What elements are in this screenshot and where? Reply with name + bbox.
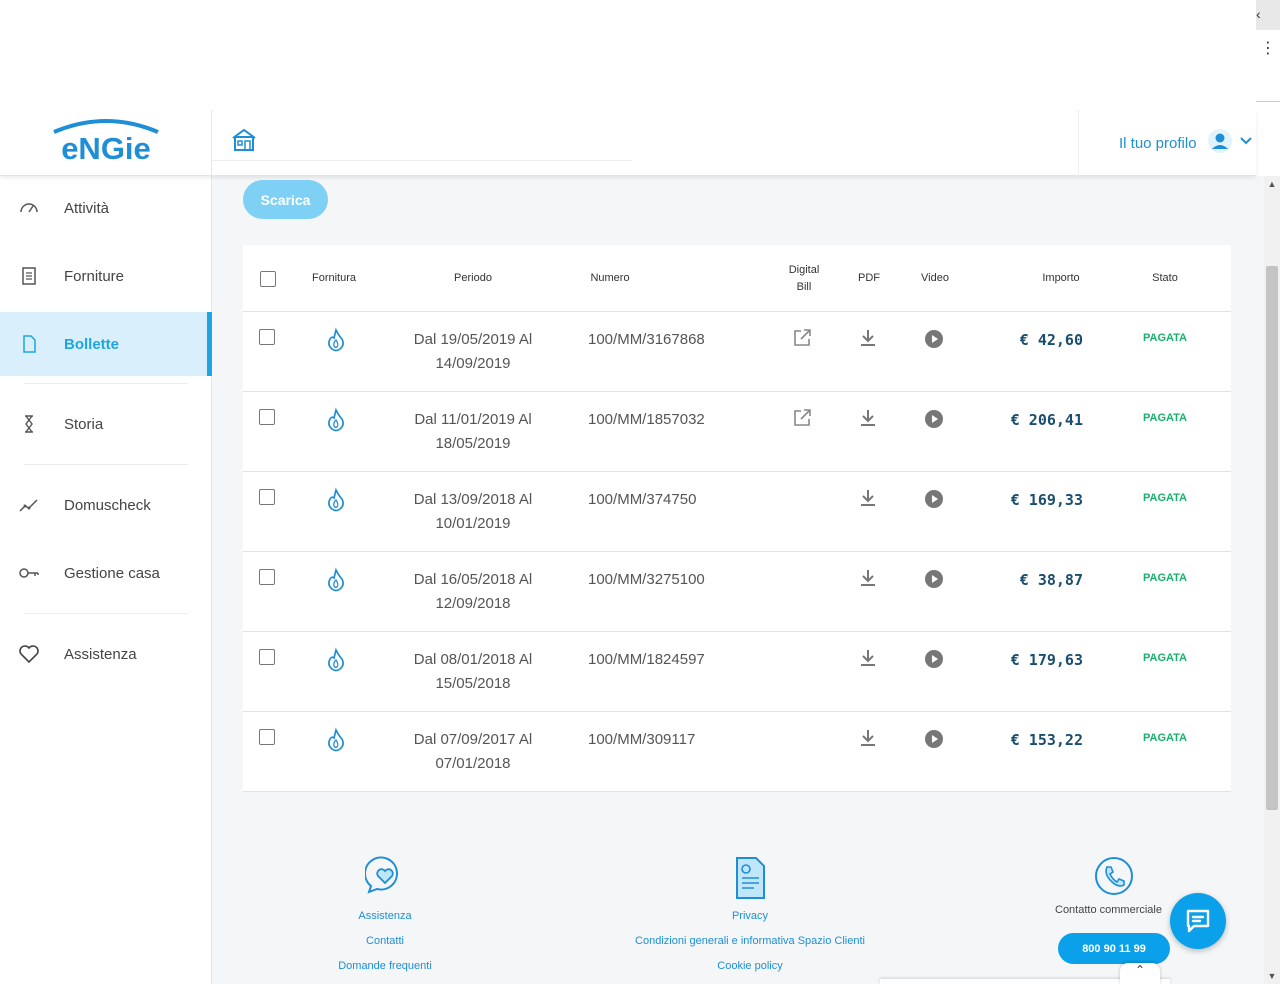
table-row: Dal 11/01/2019 Al 18/05/2019 100/MM/185703… bbox=[243, 392, 1231, 472]
heart-chat-icon bbox=[318, 856, 452, 896]
period-end: 12/09/2018 bbox=[435, 595, 511, 612]
footer-assistance: Assistenza Contatti Domande frequenti bbox=[318, 856, 452, 972]
footer-link-domande-frequenti[interactable]: Domande frequenti bbox=[318, 960, 452, 972]
file-icon bbox=[18, 333, 40, 355]
phone-number-button[interactable]: 800 90 11 99 bbox=[1058, 933, 1170, 964]
sidebar-item-storia[interactable]: Storia bbox=[0, 392, 212, 456]
sidebar-divider bbox=[24, 613, 188, 614]
sidebar-item-forniture[interactable]: Forniture bbox=[0, 244, 212, 308]
sidebar-item-domuscheck[interactable]: Domuscheck bbox=[0, 473, 212, 537]
profile-label: Il tuo profilo bbox=[1119, 134, 1197, 152]
header-periodo: Periodo bbox=[454, 272, 492, 284]
period-start: Dal 19/05/2019 Al bbox=[413, 331, 533, 348]
gauge-icon bbox=[18, 197, 40, 219]
sidebar-nav: Attività Forniture Bollette Storia Domus… bbox=[0, 176, 212, 984]
phone-icon bbox=[1094, 856, 1134, 901]
footer-link-privacy[interactable]: Privacy bbox=[605, 910, 895, 922]
play-icon[interactable] bbox=[924, 729, 944, 809]
sidebar-item-label: Gestione casa bbox=[64, 564, 160, 582]
status-badge: PAGATA bbox=[1143, 732, 1187, 744]
header-numero: Numero bbox=[590, 272, 630, 284]
sidebar-item-label: Domuscheck bbox=[64, 496, 151, 514]
footer-link-assistenza[interactable]: Assistenza bbox=[318, 910, 452, 922]
logo-text: eNGie bbox=[61, 131, 151, 166]
table-row: Dal 16/05/2018 Al 12/09/2018 100/MM/327510… bbox=[243, 552, 1231, 632]
footer-legal: Privacy Condizioni generali e informativ… bbox=[605, 856, 895, 972]
document-list-icon bbox=[18, 265, 40, 287]
period-start: Dal 07/09/2017 Al bbox=[413, 731, 533, 748]
scroll-up-arrow-icon[interactable]: ▲ bbox=[1264, 176, 1280, 192]
header-fornitura: Fornitura bbox=[311, 272, 357, 284]
document-icon bbox=[605, 856, 895, 899]
bills-table: Fornitura Periodo Numero Digital Bill PD… bbox=[243, 245, 1231, 792]
home-icon[interactable] bbox=[230, 126, 258, 154]
footer-link-condizioni[interactable]: Condizioni generali e informativa Spazio… bbox=[605, 935, 895, 947]
scroll-down-arrow-icon[interactable]: ▼ bbox=[1264, 968, 1280, 984]
chevron-down-icon[interactable] bbox=[1239, 134, 1253, 153]
chat-icon bbox=[1186, 909, 1210, 933]
contact-label: Contatto commerciale bbox=[1055, 904, 1162, 916]
engie-logo[interactable]: eNGie bbox=[0, 110, 212, 176]
trend-icon bbox=[18, 494, 40, 516]
header-pdf: PDF bbox=[858, 272, 880, 284]
sidebar-item-gestione-casa[interactable]: Gestione casa bbox=[0, 541, 212, 605]
period-start: Dal 13/09/2018 Al bbox=[413, 491, 533, 508]
period-cell: Dal 07/09/2017 Al 07/01/2018 bbox=[383, 728, 563, 808]
sidebar-item-label: Attività bbox=[64, 199, 110, 217]
table-row: Dal 13/09/2018 Al 10/01/2019 100/MM/374750… bbox=[243, 472, 1231, 552]
period-end: 15/05/2018 bbox=[435, 675, 511, 692]
side-panel-controls: ‹ ⋮ bbox=[1256, 0, 1280, 102]
sidebar-item-label: Assistenza bbox=[64, 645, 137, 663]
key-icon bbox=[18, 562, 40, 584]
kebab-menu-icon[interactable]: ⋮ bbox=[1256, 38, 1280, 68]
top-blank-area bbox=[0, 0, 1256, 110]
table-header: Fornitura Periodo Numero Digital Bill PD… bbox=[243, 245, 1231, 312]
sidebar-item-assistenza[interactable]: Assistenza bbox=[0, 622, 212, 686]
amount: € 153,22 bbox=[1010, 731, 1083, 749]
select-all-checkbox[interactable] bbox=[259, 245, 277, 312]
header-digital-bill-line1: Digital bbox=[788, 263, 820, 276]
period-end: 14/09/2019 bbox=[435, 355, 511, 372]
download-icon[interactable] bbox=[859, 728, 877, 808]
table-row: Dal 07/09/2017 Al 07/01/2018 100/MM/309117… bbox=[243, 712, 1231, 792]
header-video: Video bbox=[921, 272, 949, 284]
main-content: Scarica Fornitura Periodo Numero Digital… bbox=[212, 176, 1264, 984]
gas-flame-icon bbox=[325, 727, 347, 808]
table-row: Dal 08/01/2018 Al 15/05/2018 100/MM/182459… bbox=[243, 632, 1231, 712]
page-scrollbar[interactable]: ▲ ▼ bbox=[1264, 176, 1280, 984]
row-checkbox[interactable] bbox=[259, 729, 275, 809]
sidebar-item-label: Storia bbox=[64, 415, 104, 433]
header-divider bbox=[212, 160, 632, 161]
footer-link-cookie-policy[interactable]: Cookie policy bbox=[605, 960, 895, 972]
sidebar-divider bbox=[24, 383, 188, 384]
scrollbar-thumb[interactable] bbox=[1266, 266, 1278, 810]
heart-icon bbox=[18, 643, 40, 665]
period-end: 07/01/2018 bbox=[435, 755, 511, 772]
sidebar-item-bollette[interactable]: Bollette bbox=[0, 312, 212, 376]
period-start: Dal 16/05/2018 Al bbox=[413, 571, 533, 588]
period-start: Dal 08/01/2018 Al bbox=[413, 651, 533, 668]
user-avatar-icon bbox=[1207, 128, 1233, 159]
bill-number: 100/MM/309117 bbox=[588, 731, 696, 748]
header-importo: Importo bbox=[1042, 272, 1080, 284]
header-stato: Stato bbox=[1152, 272, 1178, 284]
period-start: Dal 11/01/2019 Al bbox=[414, 411, 532, 428]
app-header: eNGie Il tuo profilo bbox=[0, 110, 1256, 176]
sidebar-item-attivita[interactable]: Attività bbox=[0, 176, 212, 240]
scroll-to-top-button[interactable]: ⌃ bbox=[1120, 963, 1160, 984]
table-row: Dal 19/05/2019 Al 14/09/2019 100/MM/316786… bbox=[243, 312, 1231, 392]
profile-menu[interactable]: Il tuo profilo bbox=[1078, 110, 1256, 176]
hourglass-icon bbox=[18, 413, 40, 435]
download-button[interactable]: Scarica bbox=[243, 180, 328, 219]
period-end: 10/01/2019 bbox=[435, 515, 511, 532]
sidebar-item-label: Bollette bbox=[64, 335, 120, 353]
header-digital-bill: Digital Bill bbox=[773, 245, 835, 312]
period-end: 18/05/2019 bbox=[435, 435, 511, 452]
sidebar-divider bbox=[24, 464, 188, 465]
footer-link-contatti[interactable]: Contatti bbox=[318, 935, 452, 947]
header-digital-bill-line2: Bill bbox=[796, 280, 812, 293]
sidebar-item-label: Forniture bbox=[64, 267, 125, 285]
collapse-chevron-icon[interactable]: ‹ bbox=[1256, 0, 1280, 30]
chat-button[interactable] bbox=[1170, 893, 1226, 949]
